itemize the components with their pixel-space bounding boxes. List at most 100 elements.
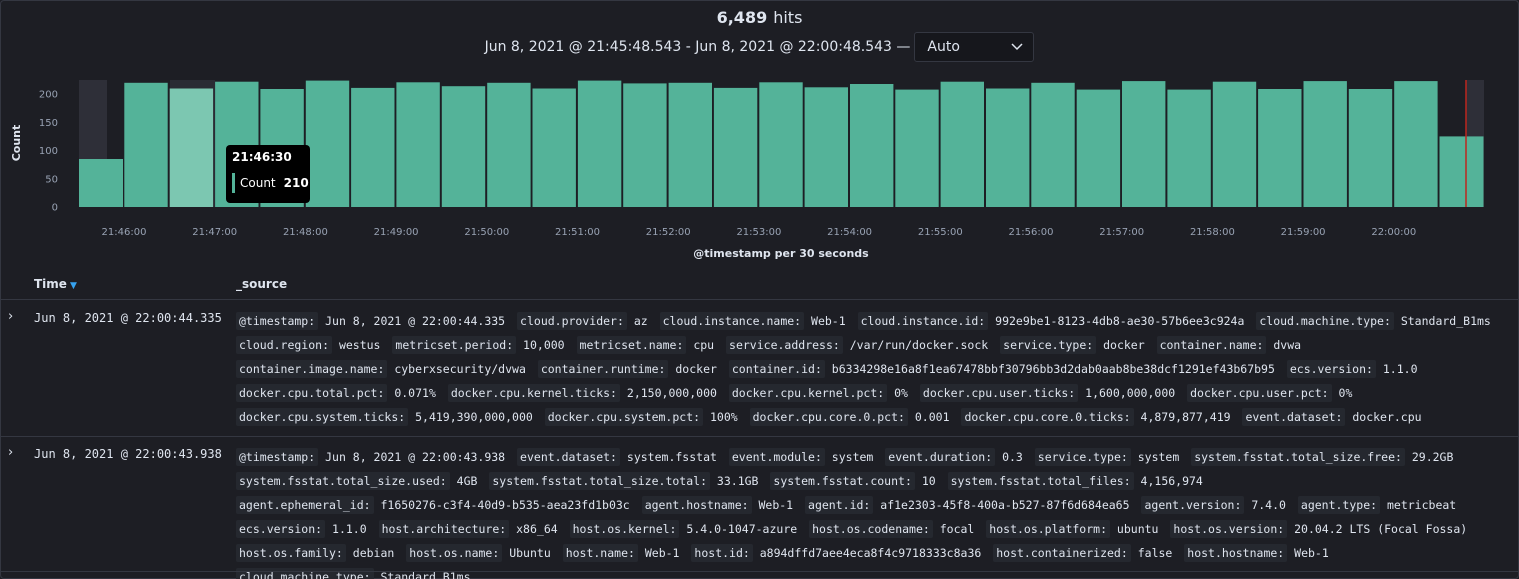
source-field: agent.version: 7.4.0 <box>1141 496 1286 514</box>
y-tick-label: 200 <box>39 90 58 101</box>
histogram-bar[interactable] <box>895 89 939 207</box>
field-key: docker.cpu.system.pct: <box>544 408 704 426</box>
field-key: event.duration: <box>885 448 996 466</box>
source-field: agent.id: af1e2303-45f8-400a-b527-87f6d6… <box>805 496 1130 514</box>
field-value: f1650276-c3f4-40d9-b535-aea23fd1b03c <box>373 498 630 512</box>
field-value: 1,600,000,000 <box>1078 386 1176 400</box>
histogram-bar[interactable] <box>577 80 622 207</box>
histogram-bar[interactable] <box>623 83 667 207</box>
source-field: host.architecture: x86_64 <box>378 520 558 538</box>
histogram-bar[interactable] <box>351 87 395 207</box>
interval-value: Auto <box>927 39 960 55</box>
histogram-bar[interactable] <box>396 82 440 207</box>
tooltip-value: 210 <box>283 176 309 190</box>
field-key: system.fsstat.total_size.total: <box>489 472 710 490</box>
field-key: docker.cpu.user.ticks: <box>919 384 1079 402</box>
histogram-bar[interactable] <box>169 88 214 208</box>
x-tick-label: 21:46:00 <box>102 227 147 238</box>
column-header-time[interactable]: Time ▼ <box>34 277 77 291</box>
source-field: @timestamp: Jun 8, 2021 @ 22:00:43.938 <box>236 448 505 466</box>
histogram-bar[interactable] <box>759 82 803 207</box>
hits-label: hits <box>773 8 803 27</box>
field-key: system.fsstat.total_size.free: <box>1191 448 1405 466</box>
field-key: @timestamp: <box>236 312 319 330</box>
field-key: host.os.family: <box>236 544 346 562</box>
field-value: az <box>626 314 648 328</box>
field-value: 20.04.2 LTS (Focal Fossa) <box>1287 522 1468 536</box>
field-key: agent.hostname: <box>641 496 752 514</box>
source-field: event.dataset: system.fsstat <box>517 448 717 466</box>
source-field: host.id: a894dffd7aee4eca8f4c9718333c8a3… <box>691 544 981 562</box>
source-field: host.os.platform: ubuntu <box>986 520 1158 538</box>
field-value: system <box>1130 450 1180 464</box>
field-key: event.dataset: <box>517 448 620 466</box>
source-field: container.runtime: docker <box>537 360 717 378</box>
field-key: service.type: <box>1034 448 1131 466</box>
field-value: 33.1GB <box>710 474 759 488</box>
histogram-bar[interactable] <box>441 86 486 207</box>
field-key: docker.cpu.core.0.ticks: <box>961 408 1134 426</box>
hits-count: 6,489 hits <box>0 8 1519 27</box>
x-tick-label: 21:58:00 <box>1190 227 1235 238</box>
source-field: agent.hostname: Web-1 <box>641 496 793 514</box>
histogram-bar[interactable] <box>1031 82 1075 207</box>
histogram-bar[interactable] <box>1122 81 1166 207</box>
chart-tooltip: 21:46:30 Count 210 <box>226 145 310 203</box>
field-key: cloud.machine.type: <box>1256 312 1394 330</box>
field-value: Standard_B1ms <box>1393 314 1491 328</box>
source-field: docker.cpu.system.pct: 100% <box>544 408 738 426</box>
histogram-bar[interactable] <box>986 88 1030 208</box>
histogram-bar[interactable] <box>850 84 894 207</box>
field-key: system.fsstat.total_files: <box>947 472 1134 490</box>
source-field: cloud.provider: az <box>517 312 648 330</box>
histogram-bar[interactable] <box>1348 89 1393 207</box>
field-value: docker.cpu <box>1345 410 1422 424</box>
histogram-bar[interactable] <box>305 80 350 207</box>
field-key: cloud.machine.type: <box>236 568 374 579</box>
x-tick-label: 21:51:00 <box>555 227 600 238</box>
source-field: metricset.period: 10,000 <box>392 336 565 354</box>
header-divider <box>0 299 1519 300</box>
histogram-bar[interactable] <box>1076 89 1121 207</box>
row-time: Jun 8, 2021 @ 22:00:44.335 <box>34 311 222 325</box>
expand-row-icon[interactable]: › <box>8 309 13 324</box>
field-value: 4GB <box>449 474 478 488</box>
field-value: false <box>1130 546 1173 560</box>
histogram-bar[interactable] <box>1439 136 1484 207</box>
source-field: docker.cpu.kernel.pct: 0% <box>728 384 908 402</box>
source-field: @timestamp: Jun 8, 2021 @ 22:00:44.335 <box>236 312 505 330</box>
field-key: host.os.codename: <box>809 520 933 538</box>
row-source: @timestamp: Jun 8, 2021 @ 22:00:43.938 e… <box>236 445 1506 579</box>
histogram-bar[interactable] <box>940 81 984 207</box>
field-key: host.os.platform: <box>986 520 1110 538</box>
sort-desc-icon[interactable]: ▼ <box>70 281 77 291</box>
source-field: system.fsstat.total_size.used: 4GB <box>236 472 478 490</box>
histogram-bar[interactable] <box>1167 89 1211 207</box>
histogram-bar[interactable] <box>713 87 758 207</box>
histogram-bar[interactable] <box>1258 89 1302 207</box>
histogram-bar[interactable] <box>79 159 123 207</box>
hits-number: 6,489 <box>716 8 768 27</box>
field-value: 0.001 <box>907 410 950 424</box>
histogram-bar[interactable] <box>487 82 531 207</box>
field-value: westus <box>332 338 381 352</box>
field-value: Web-1 <box>1287 546 1329 560</box>
field-value: 0% <box>887 386 908 400</box>
histogram-bar[interactable] <box>124 82 168 207</box>
source-field: host.os.name: Ubuntu <box>406 544 551 562</box>
expand-row-icon[interactable]: › <box>8 445 13 460</box>
histogram-bar[interactable] <box>668 82 712 207</box>
field-value: 29.2GB <box>1404 450 1454 464</box>
histogram-bar[interactable] <box>804 87 848 207</box>
x-tick-label: 21:53:00 <box>736 227 781 238</box>
interval-select[interactable]: Auto <box>914 32 1035 62</box>
field-key: ecs.version: <box>236 520 326 538</box>
field-key: container.image.name: <box>236 360 388 378</box>
histogram-bar[interactable] <box>532 88 576 208</box>
field-key: cloud.instance.id: <box>857 312 989 330</box>
source-field: agent.ephemeral_id: f1650276-c3f4-40d9-b… <box>236 496 630 514</box>
histogram-bar[interactable] <box>1303 81 1347 207</box>
histogram-bar[interactable] <box>1394 81 1438 207</box>
field-key: cloud.instance.name: <box>659 312 805 330</box>
histogram-bar[interactable] <box>1212 81 1257 207</box>
